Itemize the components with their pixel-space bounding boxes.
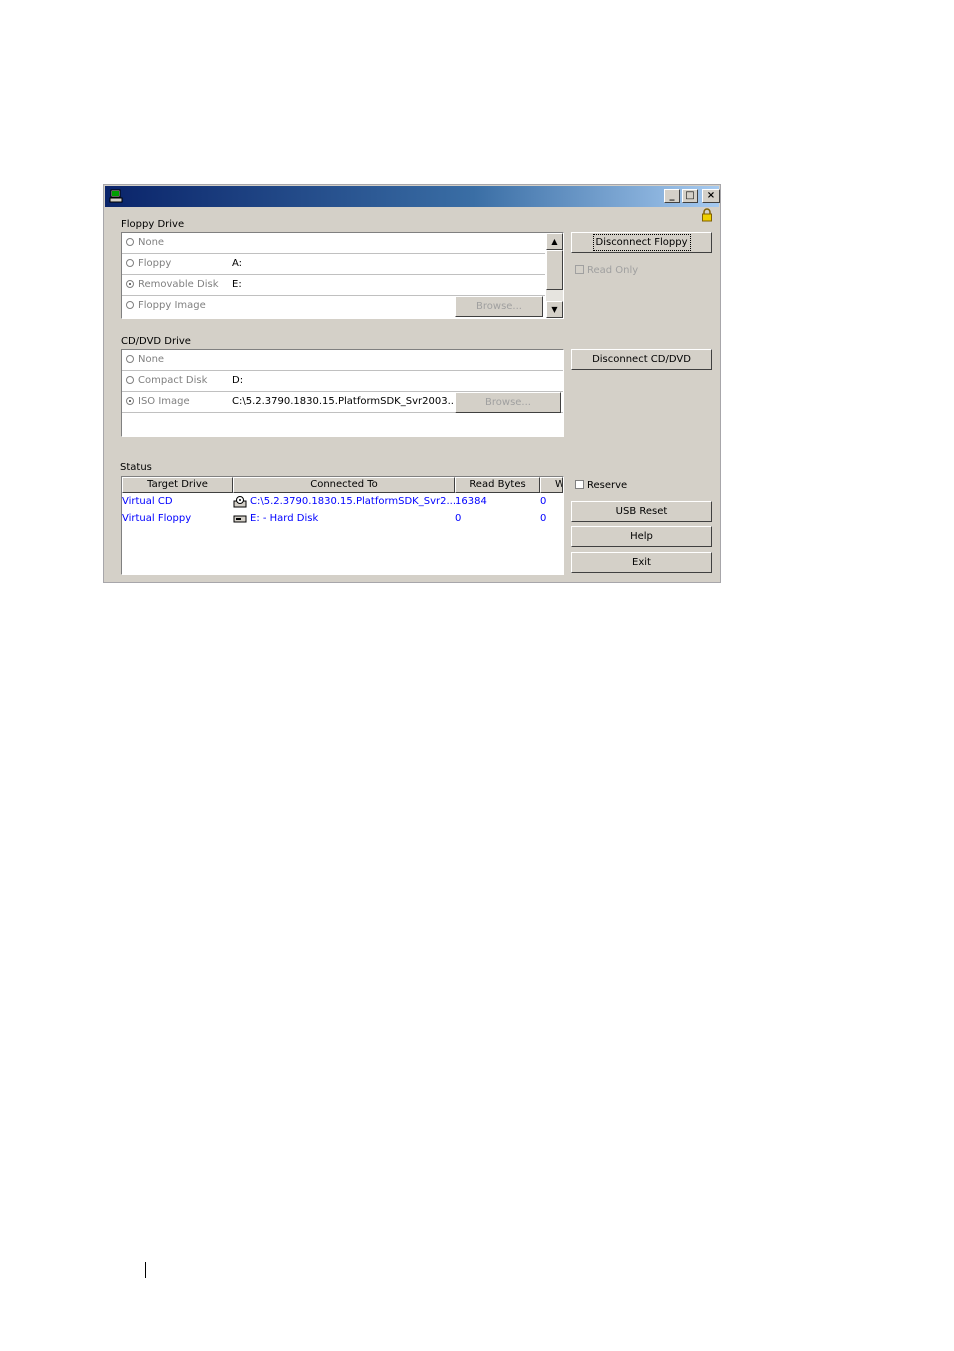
floppy-option-image[interactable]: Floppy Image Browse... xyxy=(122,296,545,317)
cddvd-option-iso-image[interactable]: ISO Image C:\5.2.3790.1830.15.PlatformSD… xyxy=(122,392,563,413)
option-label: None xyxy=(138,354,165,365)
cd-drive-icon xyxy=(233,496,247,508)
target-drive-cell: Virtual CD xyxy=(122,496,173,507)
iso-image-path: C:\5.2.3790.1830.15.PlatformSDK_Svr2003.… xyxy=(232,396,454,407)
cddvd-option-none[interactable]: None xyxy=(122,350,563,371)
target-drive-cell: Virtual Floppy xyxy=(122,513,192,524)
hard-disk-icon xyxy=(233,515,247,523)
connected-to-cell: C:\5.2.3790.1830.15.PlatformSDK_Svr2... xyxy=(250,496,455,507)
option-label: Floppy xyxy=(138,258,172,269)
column-header-connected-to[interactable]: Connected To xyxy=(233,477,455,493)
floppy-option-none[interactable]: None xyxy=(122,233,545,254)
radio-icon[interactable] xyxy=(126,301,134,309)
floppy-option-removable[interactable]: Removable Disk E: xyxy=(122,275,545,296)
radio-selected-icon[interactable] xyxy=(126,280,134,288)
close-button[interactable]: × xyxy=(702,189,720,203)
disconnect-cddvd-button[interactable]: Disconnect CD/DVD xyxy=(571,349,712,370)
usb-reset-button[interactable]: USB Reset xyxy=(571,501,712,522)
floppy-option-floppy[interactable]: Floppy A: xyxy=(122,254,545,275)
cddvd-drive-label: CD/DVD Drive xyxy=(121,336,191,347)
lock-icon xyxy=(702,208,712,222)
option-label: Compact Disk xyxy=(138,375,208,386)
reserve-label: Reserve xyxy=(587,480,628,491)
page-margin-rule xyxy=(145,1262,146,1278)
cddvd-options-list: None Compact Disk D: ISO Image C:\5.2.37… xyxy=(121,349,564,437)
floppy-drive-letter: A: xyxy=(232,258,243,269)
read-only-checkbox[interactable]: Read Only xyxy=(575,265,638,276)
virtual-media-window: _ □ × Floppy Drive None Floppy A: Remova… xyxy=(103,184,721,583)
column-header-write[interactable]: W xyxy=(540,477,563,493)
disconnect-floppy-button[interactable]: Disconnect Floppy xyxy=(571,232,712,253)
floppy-scrollbar[interactable]: ▲ ▼ xyxy=(546,233,563,318)
maximize-button[interactable]: □ xyxy=(682,189,698,203)
title-bar[interactable]: _ □ × xyxy=(105,186,720,207)
connected-to-cell: E: - Hard Disk xyxy=(250,513,319,524)
radio-icon[interactable] xyxy=(126,238,134,246)
removable-drive-letter: E: xyxy=(232,279,242,290)
column-header-target-drive[interactable]: Target Drive xyxy=(122,477,233,493)
vm-app-icon xyxy=(109,189,123,203)
minimize-button[interactable]: _ xyxy=(664,189,680,203)
read-bytes-cell: 0 xyxy=(455,513,462,524)
write-bytes-cell: 0 xyxy=(540,513,547,524)
option-label: Floppy Image xyxy=(138,300,206,311)
option-label: Removable Disk xyxy=(138,279,219,290)
disconnect-floppy-label: Disconnect Floppy xyxy=(592,234,691,251)
cddvd-browse-button[interactable]: Browse... xyxy=(455,392,561,413)
write-bytes-cell: 0 xyxy=(540,496,547,507)
column-header-read-bytes[interactable]: Read Bytes xyxy=(455,477,540,493)
scroll-thumb[interactable] xyxy=(546,250,563,290)
scroll-down-icon[interactable]: ▼ xyxy=(546,301,563,318)
checkbox-icon[interactable] xyxy=(575,265,584,274)
exit-button[interactable]: Exit xyxy=(571,552,712,573)
option-label: ISO Image xyxy=(138,396,190,407)
scroll-up-icon[interactable]: ▲ xyxy=(546,233,563,250)
radio-icon[interactable] xyxy=(126,259,134,267)
cd-drive-letter: D: xyxy=(232,375,244,386)
checkbox-icon[interactable] xyxy=(575,480,584,489)
read-only-label: Read Only xyxy=(587,265,639,276)
cddvd-option-compact-disk[interactable]: Compact Disk D: xyxy=(122,371,563,392)
floppy-browse-button[interactable]: Browse... xyxy=(455,296,543,317)
read-bytes-cell: 16384 xyxy=(455,496,487,507)
option-label: None xyxy=(138,237,165,248)
reserve-checkbox[interactable]: Reserve xyxy=(575,480,627,491)
radio-icon[interactable] xyxy=(126,376,134,384)
status-label: Status xyxy=(120,462,152,473)
radio-selected-icon[interactable] xyxy=(126,397,134,405)
floppy-options-list: None Floppy A: Removable Disk E: Floppy … xyxy=(121,232,564,319)
floppy-drive-label: Floppy Drive xyxy=(121,219,185,230)
help-button[interactable]: Help xyxy=(571,526,712,547)
status-table: Target Drive Connected To Read Bytes W V… xyxy=(121,476,564,575)
radio-icon[interactable] xyxy=(126,355,134,363)
